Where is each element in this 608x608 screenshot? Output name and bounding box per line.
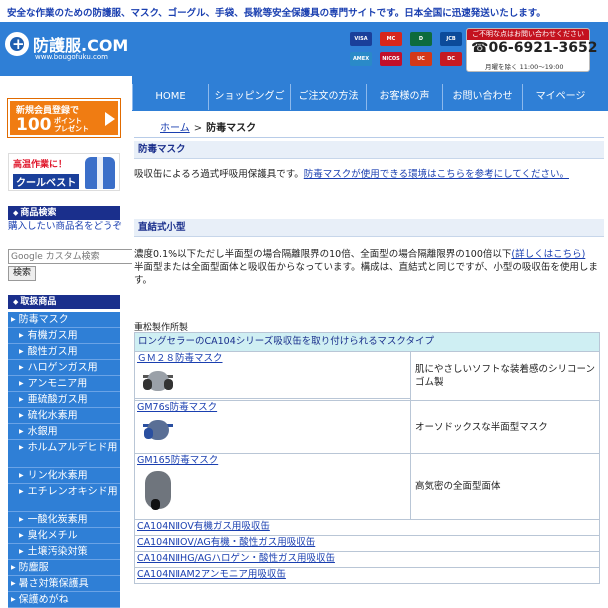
uc-card-icon: UC bbox=[410, 52, 432, 66]
main-content: ホーム > 防毒マスク 防毒マスク 吸収缶によるろ過式呼吸用保護具です。防毒マスクが… bbox=[132, 111, 608, 608]
product-link[interactable]: ＧＭ２８防毒マスク bbox=[135, 352, 410, 365]
absorber-link[interactable]: CA104NⅡOV/AG有機・酸性ガス用吸収缶 bbox=[134, 535, 600, 552]
mask-image[interactable] bbox=[141, 367, 175, 397]
category-item[interactable]: エチレンオキシド用 bbox=[8, 484, 120, 512]
business-hours: 月曜を除く 11:00〜19:00 bbox=[485, 63, 564, 71]
contact-box: ご不明な点はお問い合わせください ☎06-6921-3652 月曜を除く 11:… bbox=[466, 28, 597, 72]
category-heading: 取扱商品 bbox=[8, 295, 120, 309]
diners-card-icon: D bbox=[410, 32, 432, 46]
global-nav: HOME ショッピングご ご注文の方法 お客様の声 お問い合わせ マイページ bbox=[132, 76, 608, 111]
mastercard-icon: MC bbox=[380, 32, 402, 46]
product-cell: ＧＭ２８防毒マスク bbox=[134, 351, 411, 399]
category-item[interactable]: アンモニア用 bbox=[8, 376, 120, 392]
product-description: 肌にやさしいソフトな装着感のシリコーンゴム製 bbox=[410, 351, 600, 401]
table-row: GM76s防毒マスク オーソドックスな半面型マスク bbox=[134, 400, 600, 454]
absorber-link[interactable]: CA104NⅡAM2アンモニア用吸収缶 bbox=[134, 567, 600, 584]
site-tagline: 安全な作業のための防護服、マスク、ゴーグル、手袋、長靴等安全保護具の専門サイトで… bbox=[7, 8, 546, 19]
environment-link[interactable]: 防毒マスクが使用できる環境はこちらを参考にしてください。 bbox=[304, 169, 569, 180]
section-title: 直結式小型 bbox=[134, 219, 604, 237]
search-note: 購入したい商品名をどうぞ bbox=[8, 221, 123, 232]
category-item[interactable]: 水銀用 bbox=[8, 424, 120, 440]
nav-mypage[interactable]: マイページ bbox=[522, 84, 598, 110]
site-logo[interactable]: 防護服.COM www.bougofuku.com bbox=[5, 30, 130, 66]
table-caption-row: ロングセラーのCA104シリーズ吸収缶を取り付けられるマスクタイプ bbox=[134, 332, 600, 352]
nav-customer-voice[interactable]: お客様の声 bbox=[366, 84, 442, 110]
table-row: CA104NⅡHG/AGハロゲン・酸性ガス用吸収缶 bbox=[134, 551, 600, 568]
product-description: 高気密の全面型面体 bbox=[410, 453, 600, 520]
visa-card-icon: VISA bbox=[350, 32, 372, 46]
nicos-card-icon: NICOS bbox=[380, 52, 402, 66]
vest-image bbox=[85, 157, 115, 189]
details-link[interactable]: (詳しくはこちら) bbox=[511, 249, 585, 260]
table-row: GM165防毒マスク 高気密の全面型面体 bbox=[134, 453, 600, 520]
category-item[interactable]: 防毒マスク bbox=[8, 312, 120, 328]
product-table: ロングセラーのCA104シリーズ吸収缶を取り付けられるマスクタイプ ＧＭ２８防毒… bbox=[134, 332, 600, 584]
logo-domain: www.bougofuku.com bbox=[35, 53, 108, 61]
product-description: オーソドックスな半面型マスク bbox=[410, 400, 600, 454]
product-link[interactable]: GM76s防毒マスク bbox=[135, 401, 410, 414]
cool-vest-banner[interactable]: 高温作業に！ クールベスト bbox=[8, 153, 120, 191]
product-cell: GM76s防毒マスク bbox=[134, 400, 411, 454]
table-caption: ロングセラーのCA104シリーズ吸収缶を取り付けられるマスクタイプ bbox=[134, 332, 600, 352]
category-list: 防毒マスク 有機ガス用 酸性ガス用 ハロゲンガス用 アンモニア用 亜硫酸ガス用 … bbox=[8, 312, 120, 608]
promo-points: 100 bbox=[16, 115, 52, 135]
category-item[interactable]: 土壌汚染対策 bbox=[8, 544, 120, 560]
mask-image[interactable] bbox=[141, 416, 175, 446]
category-item[interactable]: 亜硫酸ガス用 bbox=[8, 392, 120, 408]
product-cell: GM165防毒マスク bbox=[134, 453, 411, 520]
signup-points-banner[interactable]: 新規会員登録で 100 ポイント プレゼント bbox=[8, 99, 120, 137]
table-row: ＧＭ２８防毒マスク 肌にやさしいソフトな装着感のシリコーンゴム製 bbox=[134, 351, 600, 401]
search-button[interactable]: 検索 bbox=[8, 266, 36, 281]
category-item[interactable]: 保護めがね bbox=[8, 592, 120, 608]
breadcrumb-home[interactable]: ホーム bbox=[160, 123, 190, 134]
category-item[interactable]: 防塵服 bbox=[8, 560, 120, 576]
breadcrumb: ホーム > 防毒マスク bbox=[160, 119, 256, 134]
amex-card-icon: AMEX bbox=[350, 52, 372, 66]
payment-cards: VISA MC D JCB AMEX NICOS UC DC bbox=[350, 30, 462, 70]
category-item[interactable]: 酸性ガス用 bbox=[8, 344, 120, 360]
nav-home[interactable]: HOME bbox=[132, 84, 208, 110]
absorber-link[interactable]: CA104NⅡOV有機ガス用吸収缶 bbox=[134, 519, 600, 536]
breadcrumb-current: 防毒マスク bbox=[206, 123, 257, 134]
table-row: CA104NⅡOV/AG有機・酸性ガス用吸収缶 bbox=[134, 535, 600, 552]
top-strip: 安全な作業のための防護服、マスク、ゴーグル、手袋、長靴等安全保護具の専門サイトで… bbox=[0, 0, 608, 22]
category-item[interactable]: 一酸化炭素用 bbox=[8, 512, 120, 528]
product-link[interactable]: GM165防毒マスク bbox=[135, 454, 410, 467]
promo-small: ポイント プレゼント bbox=[54, 117, 89, 133]
divider bbox=[134, 137, 604, 138]
section-title: 防毒マスク bbox=[134, 141, 604, 159]
table-row: CA104NⅡAM2アンモニア用吸収缶 bbox=[134, 567, 600, 584]
category-item[interactable]: 硫化水素用 bbox=[8, 408, 120, 424]
absorber-link[interactable]: CA104NⅡHG/AGハロゲン・酸性ガス用吸収缶 bbox=[134, 551, 600, 568]
nav-shopping[interactable]: ショッピングご bbox=[208, 84, 290, 110]
arrow-right-icon bbox=[105, 112, 115, 126]
site-header: 防護服.COM www.bougofuku.com VISA MC D JCB … bbox=[0, 22, 608, 76]
category-item[interactable]: 暑さ対策保護具 bbox=[8, 576, 120, 592]
nav-order-method[interactable]: ご注文の方法 bbox=[290, 84, 366, 110]
mask-image[interactable] bbox=[141, 469, 175, 513]
jcb-card-icon: JCB bbox=[440, 32, 462, 46]
category-item[interactable]: ホルムアルデヒド用 bbox=[8, 440, 120, 468]
nav-contact[interactable]: お問い合わせ bbox=[442, 84, 522, 110]
contact-caption: ご不明な点はお問い合わせください bbox=[467, 29, 589, 40]
sidebar: 新規会員登録で 100 ポイントプレゼント 高温作業に！ クールベスト 商品検索… bbox=[0, 76, 158, 608]
section-text: 吸収缶によるろ過式呼吸用保護具です。防毒マスクが使用できる環境はこちらを参考にし… bbox=[134, 169, 570, 180]
promo-product: クールベスト bbox=[13, 174, 80, 189]
search-heading: 商品検索 bbox=[8, 206, 120, 220]
table-row: CA104NⅡOV有機ガス用吸収缶 bbox=[134, 519, 600, 536]
section-text: 濃度0.1%以下ただし半面型の場合隔離限界の10倍、全面型の場合隔離限界の100… bbox=[134, 249, 598, 286]
dc-card-icon: DC bbox=[440, 52, 462, 66]
phone-number[interactable]: ☎06-6921-3652 bbox=[471, 40, 597, 56]
category-item[interactable]: 有機ガス用 bbox=[8, 328, 120, 344]
category-item[interactable]: 臭化メチル bbox=[8, 528, 120, 544]
promo-line: 高温作業に！ bbox=[13, 160, 68, 170]
category-item[interactable]: ハロゲンガス用 bbox=[8, 360, 120, 376]
cross-logo-icon bbox=[5, 32, 29, 56]
breadcrumb-separator: > bbox=[193, 123, 203, 134]
category-item[interactable]: リン化水素用 bbox=[8, 468, 120, 484]
